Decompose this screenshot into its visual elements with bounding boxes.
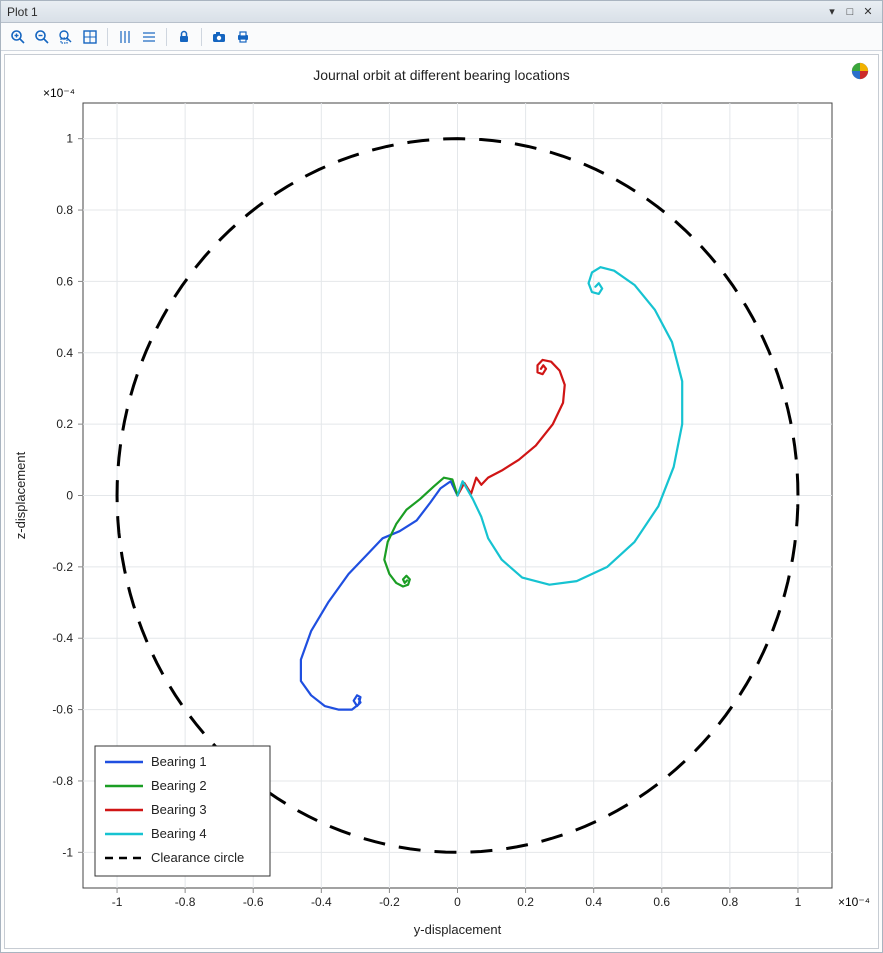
svg-text:-0.6: -0.6 <box>243 895 264 909</box>
zoom-out-button[interactable] <box>31 26 53 48</box>
toolbar-separator <box>166 28 167 46</box>
toolbar-separator <box>201 28 202 46</box>
plot-area: Journal orbit at different bearing locat… <box>4 54 879 949</box>
svg-text:Bearing 4: Bearing 4 <box>151 826 207 841</box>
svg-text:×10⁻⁴: ×10⁻⁴ <box>838 895 870 909</box>
maximize-button[interactable]: □ <box>842 4 858 20</box>
minimize-button[interactable]: ▾ <box>824 4 840 20</box>
svg-text:0.8: 0.8 <box>56 203 73 217</box>
svg-text:Bearing 3: Bearing 3 <box>151 802 207 817</box>
svg-text:0.6: 0.6 <box>653 895 670 909</box>
svg-text:0.2: 0.2 <box>517 895 534 909</box>
svg-text:Bearing 1: Bearing 1 <box>151 754 207 769</box>
zoom-in-button[interactable] <box>7 26 29 48</box>
svg-text:Bearing 2: Bearing 2 <box>151 778 207 793</box>
svg-text:z-displacement: z-displacement <box>13 451 28 539</box>
svg-text:0: 0 <box>66 489 73 503</box>
toolbar <box>1 23 882 51</box>
svg-text:0.6: 0.6 <box>56 274 73 288</box>
svg-text:-1: -1 <box>112 895 123 909</box>
close-button[interactable]: ✕ <box>860 4 876 20</box>
plot-window: Plot 1 ▾ □ ✕ <box>0 0 883 953</box>
svg-text:-0.8: -0.8 <box>52 774 73 788</box>
plot-svg[interactable]: -1 -0.8 -0.6 -0.4 -0.2 0 0.2 0.4 0.6 0.8 1 -1 -0.8 -0… <box>5 83 880 948</box>
svg-text:-0.4: -0.4 <box>311 895 332 909</box>
snapshot-button[interactable] <box>208 26 230 48</box>
grid-x-button[interactable] <box>114 26 136 48</box>
zoom-box-button[interactable] <box>55 26 77 48</box>
svg-text:0: 0 <box>454 895 461 909</box>
print-icon <box>235 29 251 45</box>
zoom-extents-icon <box>82 29 98 45</box>
svg-text:0.8: 0.8 <box>722 895 739 909</box>
grid-y-button[interactable] <box>138 26 160 48</box>
grid-y-icon <box>141 29 157 45</box>
svg-text:-0.2: -0.2 <box>379 895 400 909</box>
lock-icon <box>176 29 192 45</box>
svg-text:-0.4: -0.4 <box>52 631 73 645</box>
print-button[interactable] <box>232 26 254 48</box>
zoom-in-icon <box>10 29 26 45</box>
svg-text:0.4: 0.4 <box>585 895 602 909</box>
zoom-out-icon <box>34 29 50 45</box>
zoom-box-icon <box>58 29 74 45</box>
svg-text:y-displacement: y-displacement <box>414 922 502 937</box>
svg-text:Clearance circle: Clearance circle <box>151 850 244 865</box>
zoom-extents-button[interactable] <box>79 26 101 48</box>
svg-text:×10⁻⁴: ×10⁻⁴ <box>43 86 75 100</box>
titlebar: Plot 1 ▾ □ ✕ <box>1 1 882 23</box>
svg-text:0.2: 0.2 <box>56 417 73 431</box>
svg-text:-0.2: -0.2 <box>52 560 73 574</box>
svg-text:0.4: 0.4 <box>56 346 73 360</box>
camera-icon <box>211 29 227 45</box>
lock-button[interactable] <box>173 26 195 48</box>
svg-text:1: 1 <box>795 895 802 909</box>
svg-text:1: 1 <box>66 132 73 146</box>
toolbar-separator <box>107 28 108 46</box>
svg-text:-0.8: -0.8 <box>175 895 196 909</box>
svg-text:-1: -1 <box>62 845 73 859</box>
comsol-logo-icon <box>850 61 870 81</box>
svg-text:-0.6: -0.6 <box>52 703 73 717</box>
chart-title: Journal orbit at different bearing locat… <box>5 55 878 83</box>
window-title: Plot 1 <box>7 5 822 19</box>
grid-x-icon <box>117 29 133 45</box>
